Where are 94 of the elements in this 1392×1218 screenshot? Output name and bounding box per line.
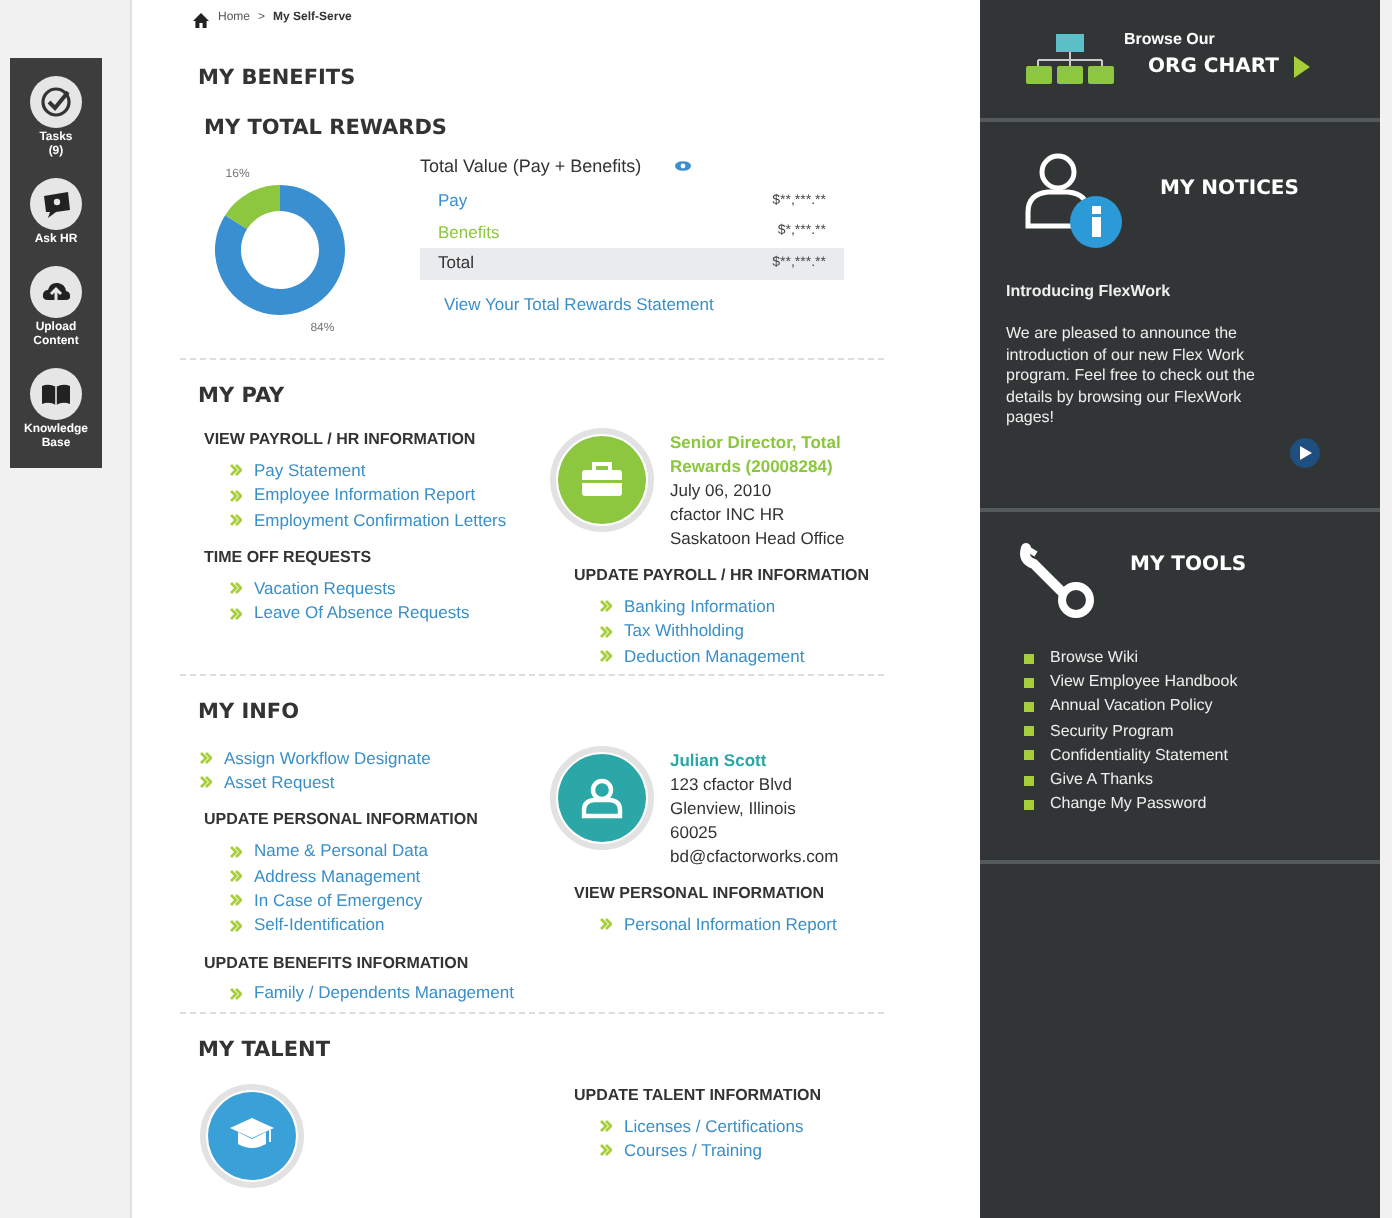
link[interactable]: Employee Information Report <box>254 482 476 509</box>
profile-detail: 60025 <box>670 819 720 844</box>
link[interactable]: Pay Statement <box>254 458 366 484</box>
group-heading: VIEW PERSONAL INFORMATION <box>574 881 827 906</box>
link[interactable]: Name & Personal Data <box>254 838 428 865</box>
profile-detail: July 06, 2010 <box>670 478 774 503</box>
org-chart-link[interactable]: Browse Our ORG CHART <box>1024 29 1311 89</box>
group-heading: TIME OFF REQUESTS <box>204 546 374 571</box>
play-arrow-icon <box>1294 56 1311 78</box>
summary-title: Total Value (Pay + Benefits) <box>420 153 642 180</box>
double-chevron-icon <box>230 464 242 477</box>
row-label: Total <box>438 250 474 277</box>
section-title: MY TALENT <box>198 1035 332 1066</box>
link[interactable]: Address Management <box>254 863 421 889</box>
square-bullet-icon <box>1024 775 1034 786</box>
checklist-icon <box>40 86 72 118</box>
profile-detail: Glenview, Illinois <box>670 795 798 820</box>
rewards-statement-link[interactable]: View Your Total Rewards Statement <box>444 291 714 317</box>
group-heading: UPDATE TALENT INFORMATION <box>574 1083 824 1108</box>
double-chevron-icon <box>230 869 242 882</box>
link[interactable]: Vacation Requests <box>254 575 396 602</box>
link[interactable]: In Case of Emergency <box>254 887 423 914</box>
double-chevron-icon <box>230 607 242 620</box>
person-icon <box>550 745 654 850</box>
square-bullet-icon <box>1024 726 1034 737</box>
tool-link[interactable]: View Employee Handbook <box>1050 670 1238 695</box>
link[interactable]: Banking Information <box>624 594 776 620</box>
notice-person-icon <box>1024 150 1128 250</box>
link[interactable]: Family / Dependents Management <box>254 980 514 1007</box>
link[interactable]: Leave Of Absence Requests <box>254 600 470 626</box>
tool-link[interactable]: Confidentiality Statement <box>1050 743 1228 768</box>
double-chevron-icon <box>600 1119 612 1132</box>
double-chevron-icon <box>230 582 242 595</box>
group-heading: VIEW PAYROLL / HR INFORMATION <box>204 428 478 453</box>
profile-detail: bd@cfactorworks.com <box>670 843 841 868</box>
double-chevron-icon <box>230 489 242 502</box>
link[interactable]: Courses / Training <box>624 1137 762 1164</box>
square-bullet-icon <box>1024 677 1034 688</box>
graduation-cap-icon <box>200 1083 304 1188</box>
panel-title: MY TOOLS <box>1130 552 1247 580</box>
link[interactable]: Licenses / Certifications <box>624 1113 804 1139</box>
double-chevron-icon <box>600 625 612 638</box>
profile-detail: cfactor INC HR <box>670 502 787 527</box>
row-link[interactable]: Benefits <box>438 219 500 246</box>
org-chart-icon <box>1024 29 1116 89</box>
double-chevron-icon <box>230 845 242 858</box>
section-title: MY BENEFITS <box>198 64 358 94</box>
double-chevron-icon <box>200 752 212 765</box>
wrench-icon <box>1018 538 1098 618</box>
square-bullet-icon <box>1024 799 1034 810</box>
section-title: MY PAY <box>198 381 287 411</box>
double-chevron-icon <box>230 987 242 1000</box>
link[interactable]: Asset Request <box>224 769 335 796</box>
profile-detail: Saskatoon Head Office <box>670 526 847 551</box>
profile-title: Senior Director, Total Rewards (20008284) <box>670 430 843 479</box>
double-chevron-icon <box>600 649 612 662</box>
link[interactable]: Tax Withholding <box>624 618 745 645</box>
group-heading: UPDATE PERSONAL INFORMATION <box>204 808 480 833</box>
group-heading: UPDATE BENEFITS INFORMATION <box>204 951 471 976</box>
double-chevron-icon <box>200 776 212 789</box>
row-link[interactable]: Pay <box>438 188 468 215</box>
eye-icon[interactable] <box>673 160 692 173</box>
link[interactable]: Self-Identification <box>254 912 385 938</box>
tool-link[interactable]: Give A Thanks <box>1050 768 1153 793</box>
double-chevron-icon <box>230 513 242 526</box>
square-bullet-icon <box>1024 750 1034 761</box>
home-icon[interactable] <box>192 11 210 27</box>
play-icon <box>1299 445 1311 459</box>
tool-link[interactable]: Change My Password <box>1050 792 1207 817</box>
panel-title: MY NOTICES <box>1160 176 1299 204</box>
notice-body: We are pleased to announce the introduction of our new Flex Work program. Feel free to check out the details by browsing our FlexWork pages! <box>1006 324 1258 429</box>
play-button[interactable] <box>1290 437 1320 467</box>
tool-link[interactable]: Browse Wiki <box>1050 646 1139 671</box>
square-bullet-icon <box>1024 653 1034 664</box>
square-bullet-icon <box>1024 701 1034 712</box>
group-heading: UPDATE PAYROLL / HR INFORMATION <box>574 564 872 589</box>
link[interactable]: Deduction Management <box>624 643 805 669</box>
double-chevron-icon <box>230 894 242 907</box>
notice-headline: Introducing FlexWork <box>1006 280 1173 304</box>
section-subtitle: MY TOTAL REWARDS <box>204 113 449 144</box>
briefcase-icon <box>550 428 654 533</box>
link[interactable]: Assign Workflow Designate <box>224 745 431 771</box>
double-chevron-icon <box>230 919 242 932</box>
double-chevron-icon <box>600 600 612 613</box>
tool-link[interactable]: Security Program <box>1050 719 1174 744</box>
double-chevron-icon <box>600 918 612 931</box>
link[interactable]: Employment Confirmation Letters <box>254 507 507 533</box>
profile-detail: 123 cfactor Blvd <box>670 771 794 796</box>
tool-link[interactable]: Annual Vacation Policy <box>1050 694 1213 719</box>
link[interactable]: Personal Information Report <box>624 911 837 937</box>
speech-bubble-icon <box>40 188 72 220</box>
section-title: MY INFO <box>198 698 302 729</box>
double-chevron-icon <box>600 1144 612 1157</box>
profile-title: Julian Scott <box>670 747 769 772</box>
